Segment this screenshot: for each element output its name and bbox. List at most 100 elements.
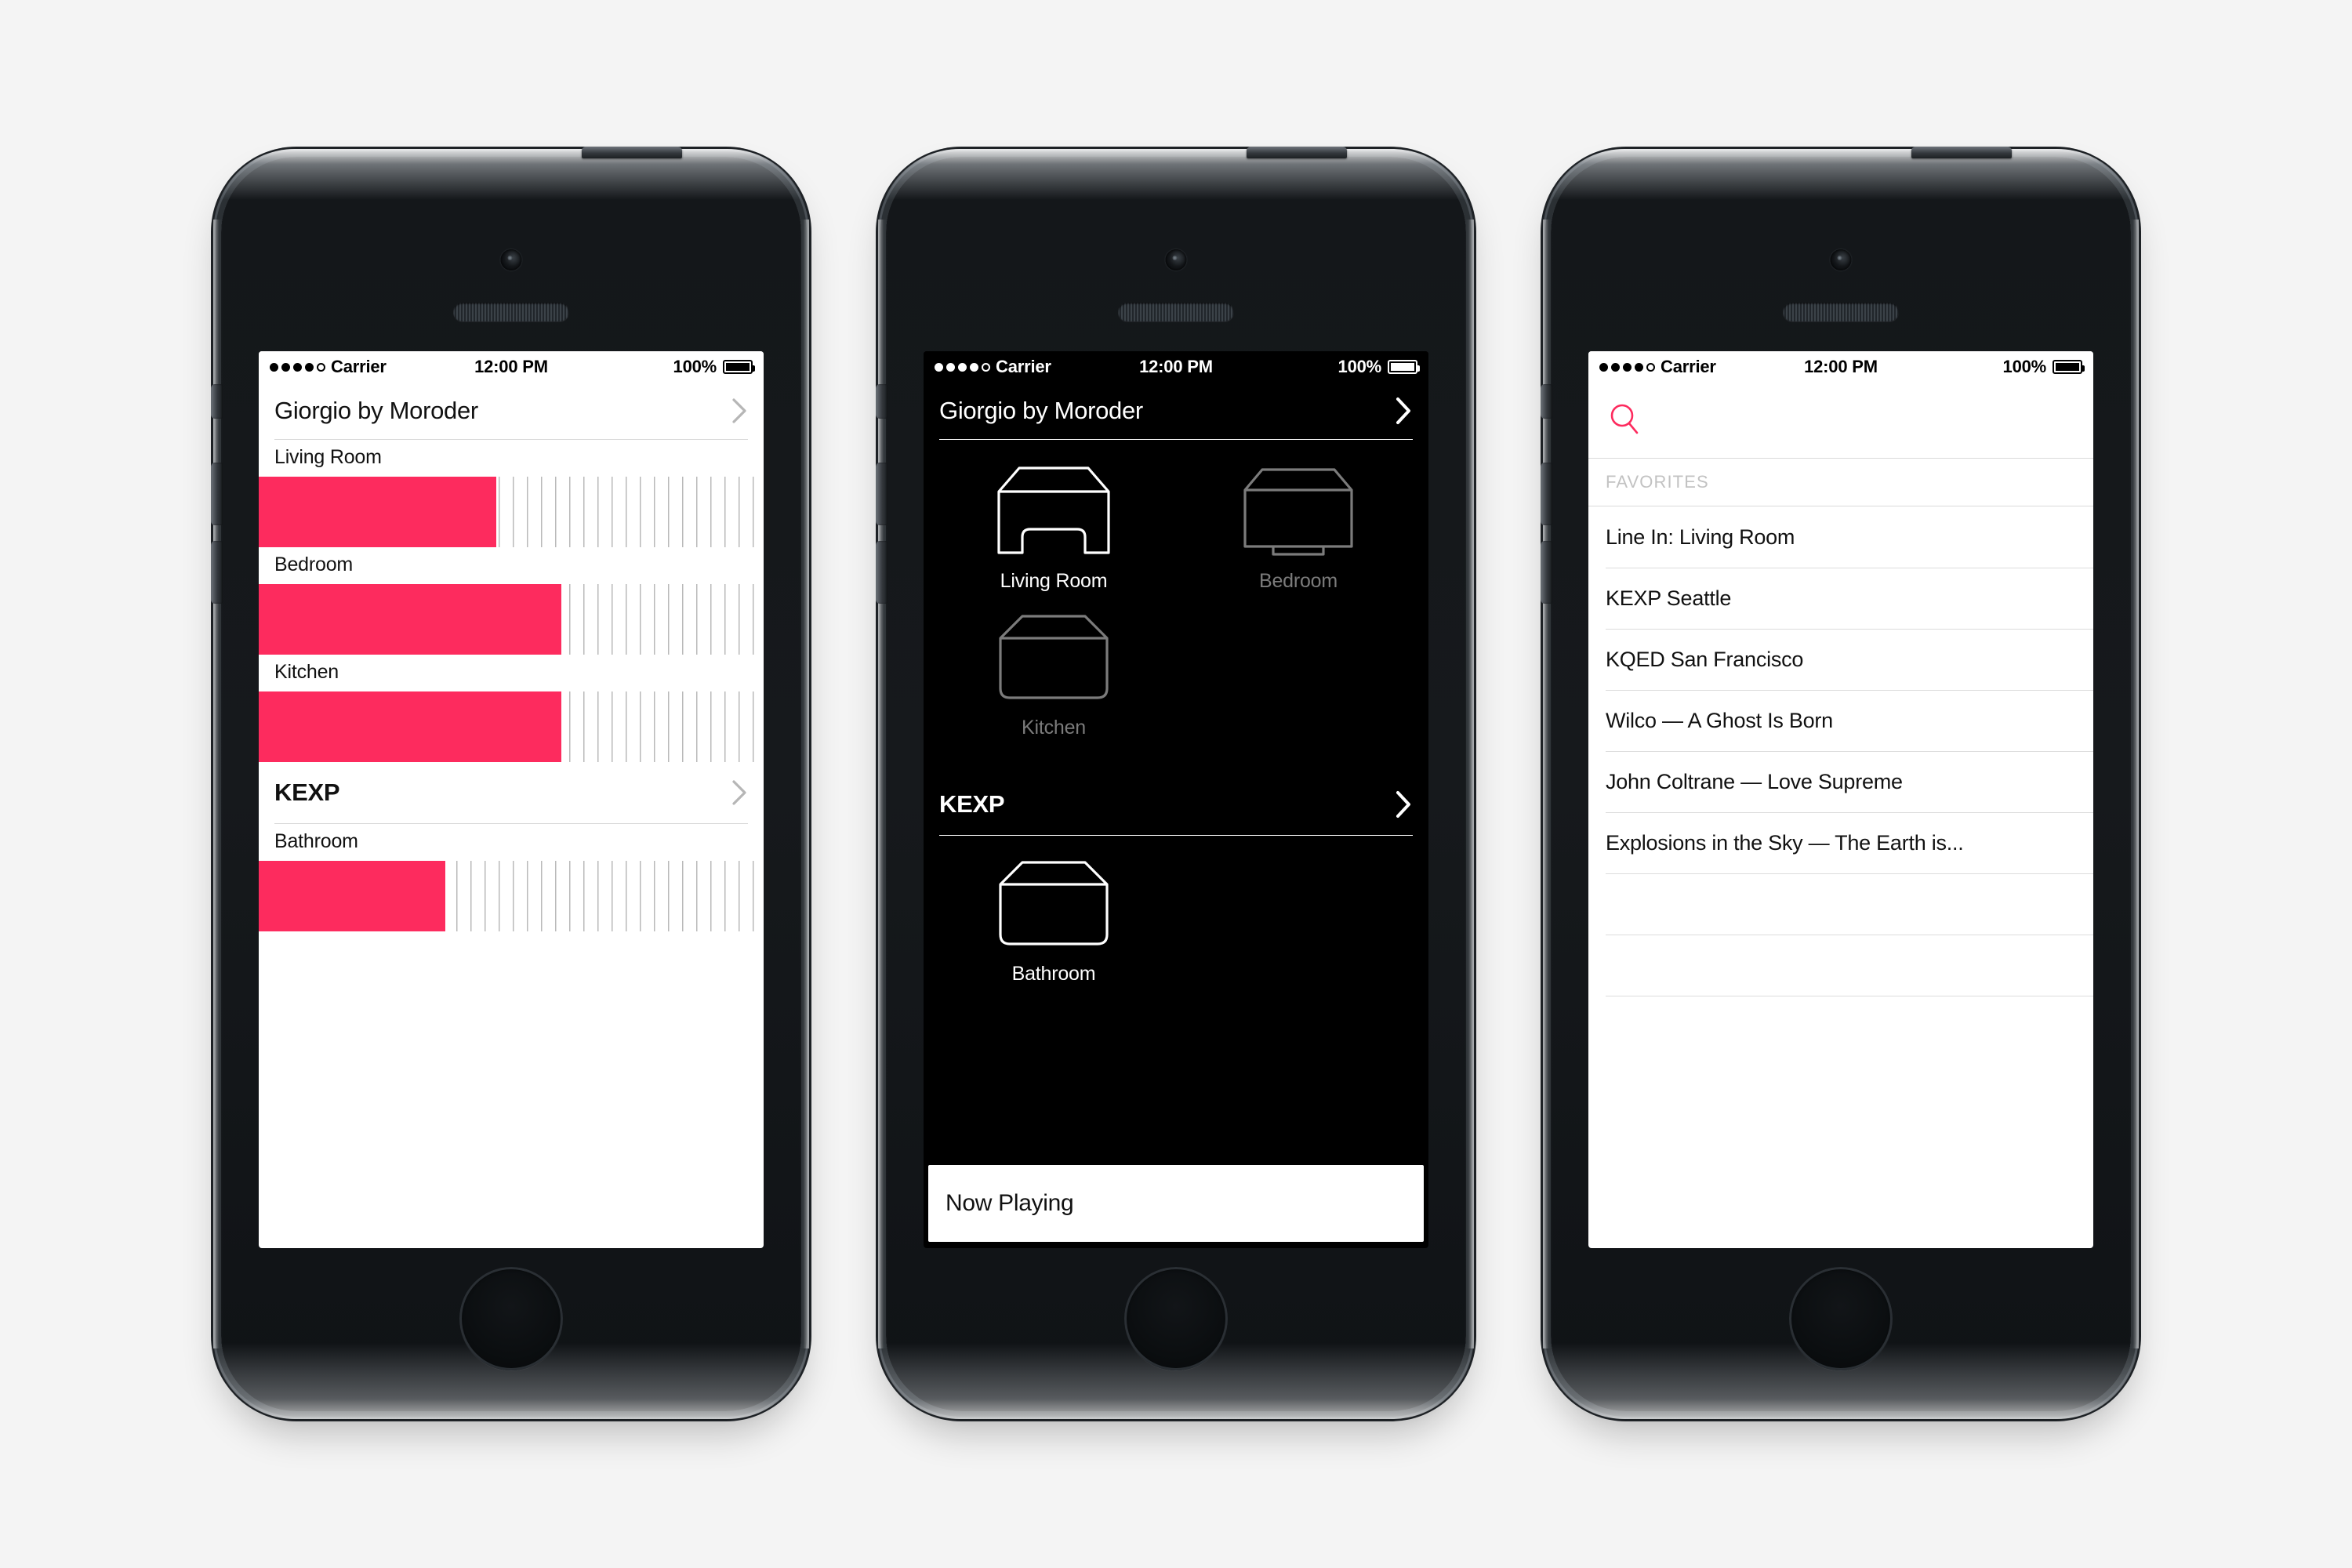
mute-switch[interactable] bbox=[876, 384, 887, 419]
list-item[interactable] bbox=[1588, 873, 2093, 935]
slider-fill bbox=[259, 477, 496, 547]
speaker-grid-spacer bbox=[1176, 853, 1421, 985]
speaker-tile-living-room[interactable]: Living Room bbox=[931, 460, 1176, 593]
list-item[interactable]: KEXP Seattle bbox=[1588, 568, 2093, 629]
clock-label: 12:00 PM bbox=[1804, 357, 1878, 376]
phone-device-2: Carrier 12:00 PM 100% Giorgio by Moroder bbox=[876, 147, 1474, 1419]
list-item[interactable]: Wilco — A Ghost Is Born bbox=[1588, 690, 2093, 751]
section-header-kexp[interactable]: KEXP bbox=[924, 774, 1428, 835]
battery-icon bbox=[723, 360, 755, 374]
favorites-section-header: FAVORITES bbox=[1588, 458, 2093, 506]
volume-row-kitchen: Kitchen bbox=[259, 655, 764, 762]
status-bar-right: 100% bbox=[1213, 357, 1420, 377]
speaker-name-label: Kitchen bbox=[1022, 717, 1086, 739]
clock-label: 12:00 PM bbox=[474, 357, 548, 376]
status-bar-right: 100% bbox=[1878, 357, 2085, 377]
screen-favorites: Carrier 12:00 PM 100% FAVORITES Line In:… bbox=[1588, 351, 2093, 1248]
list-item[interactable]: John Coltrane — Love Supreme bbox=[1588, 751, 2093, 812]
speaker-play1-icon bbox=[977, 853, 1131, 953]
signal-strength-icon bbox=[935, 362, 990, 372]
status-bar: Carrier 12:00 PM 100% bbox=[924, 351, 1428, 383]
speaker-name-label: Living Room bbox=[1000, 570, 1108, 592]
volume-room-label: Living Room bbox=[274, 446, 382, 468]
battery-percent-label: 100% bbox=[673, 357, 717, 376]
chevron-right-icon[interactable] bbox=[1394, 397, 1413, 425]
volume-slider-kitchen[interactable] bbox=[259, 691, 764, 762]
status-bar-left: Carrier bbox=[270, 357, 474, 377]
favorites-list: Line In: Living Room KEXP Seattle KQED S… bbox=[1588, 506, 2093, 1057]
status-bar-left: Carrier bbox=[1599, 357, 1804, 377]
volume-room-label: Bedroom bbox=[274, 554, 354, 575]
speaker-name-label: Bathroom bbox=[1011, 963, 1096, 985]
battery-icon bbox=[1388, 360, 1420, 374]
home-button[interactable] bbox=[1124, 1267, 1228, 1370]
status-bar: Carrier 12:00 PM 100% bbox=[259, 351, 764, 383]
volume-up-button[interactable] bbox=[876, 463, 887, 525]
screenshot-canvas: Carrier 12:00 PM 100% Giorgio by Moroder… bbox=[0, 0, 2352, 1568]
volume-room-label: Bathroom bbox=[274, 830, 358, 852]
signal-strength-icon bbox=[1599, 362, 1655, 372]
speaker-grid-spacer bbox=[1176, 607, 1421, 739]
speaker-connect-amp-icon bbox=[1221, 460, 1375, 561]
now-playing-title: Giorgio by Moroder bbox=[274, 397, 478, 424]
list-item[interactable]: Explosions in the Sky — The Earth is... bbox=[1588, 812, 2093, 873]
volume-slider-bedroom[interactable] bbox=[259, 584, 764, 655]
home-button[interactable] bbox=[459, 1267, 563, 1370]
battery-percent-label: 100% bbox=[1338, 357, 1382, 376]
slider-fill bbox=[259, 691, 562, 762]
power-button[interactable] bbox=[1911, 147, 2012, 158]
volume-slider-bathroom[interactable] bbox=[259, 861, 764, 931]
list-item[interactable]: Line In: Living Room bbox=[1588, 506, 2093, 568]
mute-switch[interactable] bbox=[211, 384, 223, 419]
phone-device-1: Carrier 12:00 PM 100% Giorgio by Moroder… bbox=[211, 147, 809, 1419]
speaker-tile-bedroom[interactable]: Bedroom bbox=[1176, 460, 1421, 593]
slider-fill bbox=[259, 584, 562, 655]
signal-strength-icon bbox=[270, 362, 325, 372]
search-icon[interactable] bbox=[1606, 401, 1645, 440]
front-camera-icon bbox=[1165, 249, 1187, 270]
now-playing-bar[interactable]: Now Playing bbox=[928, 1165, 1424, 1242]
volume-down-button[interactable] bbox=[211, 541, 223, 604]
screen-volumes: Carrier 12:00 PM 100% Giorgio by Moroder… bbox=[259, 351, 764, 1248]
speaker-play1-icon bbox=[977, 607, 1131, 707]
volume-up-button[interactable] bbox=[1541, 463, 1552, 525]
clock-label: 12:00 PM bbox=[1139, 357, 1213, 376]
list-item[interactable] bbox=[1588, 935, 2093, 996]
earpiece-speaker-icon bbox=[1118, 303, 1234, 321]
list-item[interactable]: KQED San Francisco bbox=[1588, 629, 2093, 690]
battery-percent-label: 100% bbox=[2002, 357, 2047, 376]
now-playing-title: Giorgio by Moroder bbox=[939, 397, 1143, 424]
earpiece-speaker-icon bbox=[1783, 303, 1899, 321]
carrier-label: Carrier bbox=[996, 357, 1051, 376]
mute-switch[interactable] bbox=[1541, 384, 1552, 419]
chevron-right-icon[interactable] bbox=[731, 779, 748, 806]
volume-room-label: Kitchen bbox=[274, 661, 339, 683]
now-playing-header-row[interactable]: Giorgio by Moroder bbox=[259, 383, 764, 439]
power-button[interactable] bbox=[582, 147, 682, 158]
power-button[interactable] bbox=[1247, 147, 1347, 158]
volume-row-bedroom: Bedroom bbox=[259, 547, 764, 655]
status-bar-left: Carrier bbox=[935, 357, 1139, 377]
carrier-label: Carrier bbox=[331, 357, 387, 376]
front-camera-icon bbox=[500, 249, 522, 270]
list-item[interactable] bbox=[1588, 996, 2093, 1057]
volume-down-button[interactable] bbox=[876, 541, 887, 604]
now-playing-bar-label: Now Playing bbox=[946, 1190, 1074, 1216]
search-input[interactable] bbox=[1588, 383, 2093, 458]
volume-down-button[interactable] bbox=[1541, 541, 1552, 604]
earpiece-speaker-icon bbox=[453, 303, 569, 321]
section-header-kexp[interactable]: KEXP bbox=[259, 762, 764, 823]
now-playing-header-row[interactable]: Giorgio by Moroder bbox=[924, 383, 1428, 439]
chevron-right-icon[interactable] bbox=[1394, 790, 1413, 818]
chevron-right-icon[interactable] bbox=[731, 397, 748, 424]
speaker-grid-group-a: Living Room Bedroom Kitchen bbox=[924, 440, 1428, 747]
speaker-tile-bathroom[interactable]: Bathroom bbox=[931, 853, 1176, 985]
speaker-grid-group-b: Bathroom bbox=[924, 836, 1428, 993]
volume-up-button[interactable] bbox=[211, 463, 223, 525]
volume-row-living-room: Living Room bbox=[259, 440, 764, 547]
speaker-name-label: Bedroom bbox=[1258, 570, 1338, 592]
speaker-tile-kitchen[interactable]: Kitchen bbox=[931, 607, 1176, 739]
volume-slider-living-room[interactable] bbox=[259, 477, 764, 547]
home-button[interactable] bbox=[1789, 1267, 1893, 1370]
status-bar-right: 100% bbox=[548, 357, 755, 377]
